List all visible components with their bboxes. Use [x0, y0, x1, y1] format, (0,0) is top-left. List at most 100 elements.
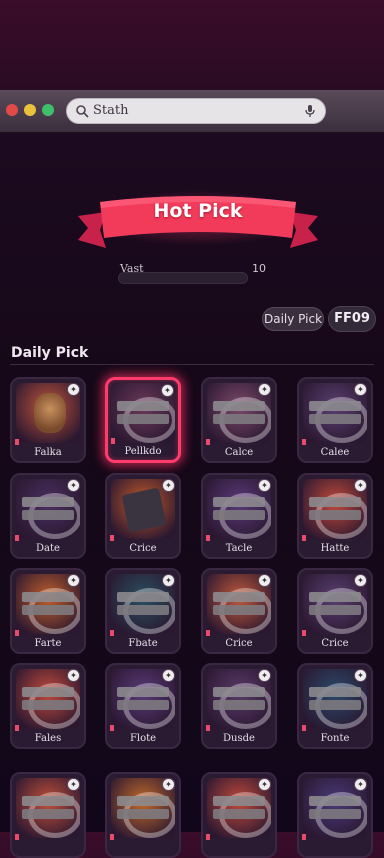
item-card[interactable]: ✦ Calce: [201, 377, 277, 463]
tier-marker: [206, 725, 210, 731]
item-name: Flote: [129, 733, 157, 744]
tier-marker: [111, 438, 115, 444]
section-title: Daily Pick: [11, 345, 89, 361]
item-name: Fonte: [320, 733, 350, 744]
item-card[interactable]: ✦ Fbate: [105, 568, 181, 654]
rarity-badge-icon: ✦: [354, 669, 367, 682]
rarity-badge-icon: ✦: [354, 778, 367, 791]
item-name: Hatte: [320, 543, 350, 554]
tier-marker: [15, 834, 19, 840]
item-card[interactable]: ✦: [201, 772, 277, 858]
redaction-bar: [213, 497, 265, 507]
rarity-badge-icon: ✦: [354, 479, 367, 492]
item-name: Pellkdo: [124, 446, 162, 457]
ribbon-shape: [78, 196, 318, 248]
rarity-badge-icon: ✦: [162, 778, 175, 791]
item-card[interactable]: ✦: [297, 772, 373, 858]
redaction-bar: [213, 796, 265, 806]
item-name: Farte: [34, 638, 62, 649]
redaction-bar: [117, 592, 169, 602]
redaction-bar: [22, 700, 74, 710]
search-input[interactable]: Stath: [66, 98, 326, 124]
search-text: Stath: [93, 103, 129, 118]
progress-bar: [118, 272, 248, 284]
rarity-badge-icon: ✦: [162, 669, 175, 682]
rarity-badge-icon: ✦: [67, 669, 80, 682]
redaction-bar: [117, 605, 169, 615]
rarity-badge-icon: ✦: [67, 479, 80, 492]
redaction-bar: [22, 809, 74, 819]
item-card[interactable]: ✦ Dusde: [201, 663, 277, 749]
item-card[interactable]: ✦ Date: [10, 473, 86, 559]
tier-marker: [110, 630, 114, 636]
tier-marker: [110, 725, 114, 731]
item-name: Date: [36, 543, 60, 554]
item-name: Tacle: [225, 543, 253, 554]
item-card[interactable]: ✦: [10, 772, 86, 858]
rarity-badge-icon: ✦: [258, 778, 271, 791]
microphone-icon[interactable]: [303, 104, 317, 118]
tier-marker: [302, 439, 306, 445]
rarity-badge-icon: ✦: [258, 574, 271, 587]
item-card[interactable]: ✦ Falka: [10, 377, 86, 463]
daily-pick-filter-button[interactable]: Daily Pick: [262, 307, 324, 331]
item-card[interactable]: ✦ Farte: [10, 568, 86, 654]
rarity-badge-icon: ✦: [258, 479, 271, 492]
rarity-badge-icon: ✦: [67, 383, 80, 396]
rarity-badge-icon: ✦: [162, 574, 175, 587]
redaction-bar: [117, 700, 169, 710]
item-card[interactable]: ✦ Tacle: [201, 473, 277, 559]
redaction-bar: [117, 414, 169, 424]
tier-marker: [110, 535, 114, 541]
redaction-bar: [22, 687, 74, 697]
tier-marker: [15, 535, 19, 541]
item-name: Falka: [34, 447, 62, 458]
redaction-bar: [22, 497, 74, 507]
redaction-bar: [309, 592, 361, 602]
minimize-window-button[interactable]: [24, 104, 36, 116]
redaction-bar: [309, 700, 361, 710]
magnifier-icon: [76, 105, 89, 118]
redaction-bar: [213, 510, 265, 520]
tier-marker: [206, 834, 210, 840]
item-card[interactable]: ✦: [105, 772, 181, 858]
item-name: Crice: [321, 638, 349, 649]
redaction-bar: [213, 414, 265, 424]
item-card[interactable]: ✦ Flote: [105, 663, 181, 749]
item-card[interactable]: ✦ Crice: [105, 473, 181, 559]
rarity-badge-icon: ✦: [161, 384, 174, 397]
redaction-bar: [213, 592, 265, 602]
redaction-bar: [22, 592, 74, 602]
redaction-bar: [22, 796, 74, 806]
redaction-bar: [213, 401, 265, 411]
redaction-bar: [309, 809, 361, 819]
item-name: Calce: [224, 447, 254, 458]
item-card[interactable]: ✦ Fales: [10, 663, 86, 749]
rarity-badge-icon: ✦: [67, 574, 80, 587]
item-crate: [121, 487, 167, 533]
progress-max-label: 10: [252, 262, 266, 275]
close-window-button[interactable]: [6, 104, 18, 116]
item-card[interactable]: ✦ Pellkdo: [105, 377, 181, 463]
tier-marker: [206, 439, 210, 445]
item-card[interactable]: ✦ Crice: [297, 568, 373, 654]
item-card[interactable]: ✦ Calee: [297, 377, 373, 463]
rarity-badge-icon: ✦: [258, 669, 271, 682]
item-card[interactable]: ✦ Fonte: [297, 663, 373, 749]
code-filter-button[interactable]: FF09: [328, 306, 376, 332]
redaction-bar: [117, 796, 169, 806]
tier-marker: [206, 630, 210, 636]
redaction-bar: [117, 401, 169, 411]
redaction-bar: [309, 687, 361, 697]
redaction-bar: [22, 510, 74, 520]
tier-marker: [15, 439, 19, 445]
redaction-bar: [213, 605, 265, 615]
item-card[interactable]: ✦ Hatte: [297, 473, 373, 559]
tier-marker: [206, 535, 210, 541]
item-name: Fales: [34, 733, 62, 744]
item-name: Fbate: [128, 638, 158, 649]
redaction-bar: [309, 510, 361, 520]
item-card[interactable]: ✦ Crice: [201, 568, 277, 654]
maximize-window-button[interactable]: [42, 104, 54, 116]
item-name: Dusde: [223, 733, 255, 744]
